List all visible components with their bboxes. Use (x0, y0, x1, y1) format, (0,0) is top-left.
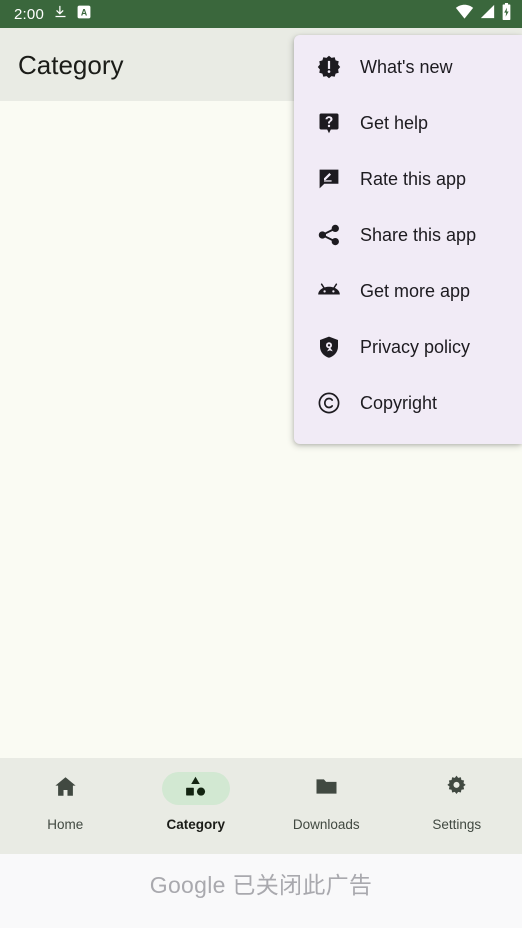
menu-item-share-this-app[interactable]: Share this app (294, 207, 522, 263)
nav-item-home[interactable]: Home (0, 758, 131, 854)
rate-review-icon (316, 166, 342, 192)
menu-item-label: Get more app (360, 281, 471, 301)
nav-label-home: Home (47, 817, 84, 832)
app-screen: 2:00 A Category What's new Get help Rate… (0, 0, 522, 928)
nav-item-downloads[interactable]: Downloads (261, 758, 392, 854)
gear-icon (444, 774, 469, 804)
status-bar-left: 2:00 A (14, 4, 91, 24)
menu-item-copyright[interactable]: Copyright (294, 375, 522, 431)
help-badge-icon (316, 110, 342, 136)
nav-label-category: Category (166, 817, 225, 832)
menu-item-whats-new[interactable]: What's new (294, 39, 522, 95)
nav-pill-category (161, 772, 230, 805)
ad-banner[interactable]: Google 已关闭此广告 (0, 854, 522, 928)
menu-item-label: What's new (360, 57, 453, 77)
new-releases-icon (316, 54, 342, 80)
menu-item-label: Copyright (360, 393, 438, 413)
home-icon (53, 774, 78, 804)
privacy-shield-icon (316, 334, 342, 360)
svg-text:A: A (81, 7, 88, 17)
battery-charging-icon (501, 3, 512, 25)
nav-label-settings: Settings (432, 817, 482, 832)
menu-item-label: Get help (360, 113, 429, 133)
menu-item-label: Rate this app (360, 169, 467, 189)
ad-banner-text: Google 已关闭此广告 (149, 872, 373, 898)
nav-pill-downloads (292, 772, 360, 805)
nav-item-category[interactable]: Category (131, 758, 262, 854)
copyright-icon (316, 390, 342, 416)
wifi-icon (455, 4, 474, 24)
download-icon (53, 4, 68, 24)
menu-item-privacy-policy[interactable]: Privacy policy (294, 319, 522, 375)
nav-pill-home (31, 772, 99, 805)
menu-item-get-more-app[interactable]: Get more app (294, 263, 522, 319)
nav-pill-settings (423, 772, 491, 805)
page-title: Category (18, 49, 124, 80)
nav-item-settings[interactable]: Settings (392, 758, 522, 854)
folder-icon (314, 774, 339, 804)
menu-item-get-help[interactable]: Get help (294, 95, 522, 151)
nav-label-downloads: Downloads (292, 817, 360, 832)
menu-item-label: Share this app (360, 225, 477, 245)
category-icon (183, 774, 208, 804)
status-bar-right (455, 3, 512, 25)
status-bar-clock: 2:00 (14, 5, 44, 23)
share-icon (316, 222, 342, 248)
cellular-signal-icon (479, 4, 496, 24)
android-icon (316, 278, 342, 304)
menu-item-rate-this-app[interactable]: Rate this app (294, 151, 522, 207)
bottom-navigation-bar: Home Category Downloads Settings (0, 758, 522, 854)
status-bar: 2:00 A (0, 0, 522, 28)
a-badge-icon: A (77, 5, 91, 24)
menu-item-label: Privacy policy (360, 337, 471, 357)
overflow-menu: What's new Get help Rate this app Share … (294, 35, 522, 444)
